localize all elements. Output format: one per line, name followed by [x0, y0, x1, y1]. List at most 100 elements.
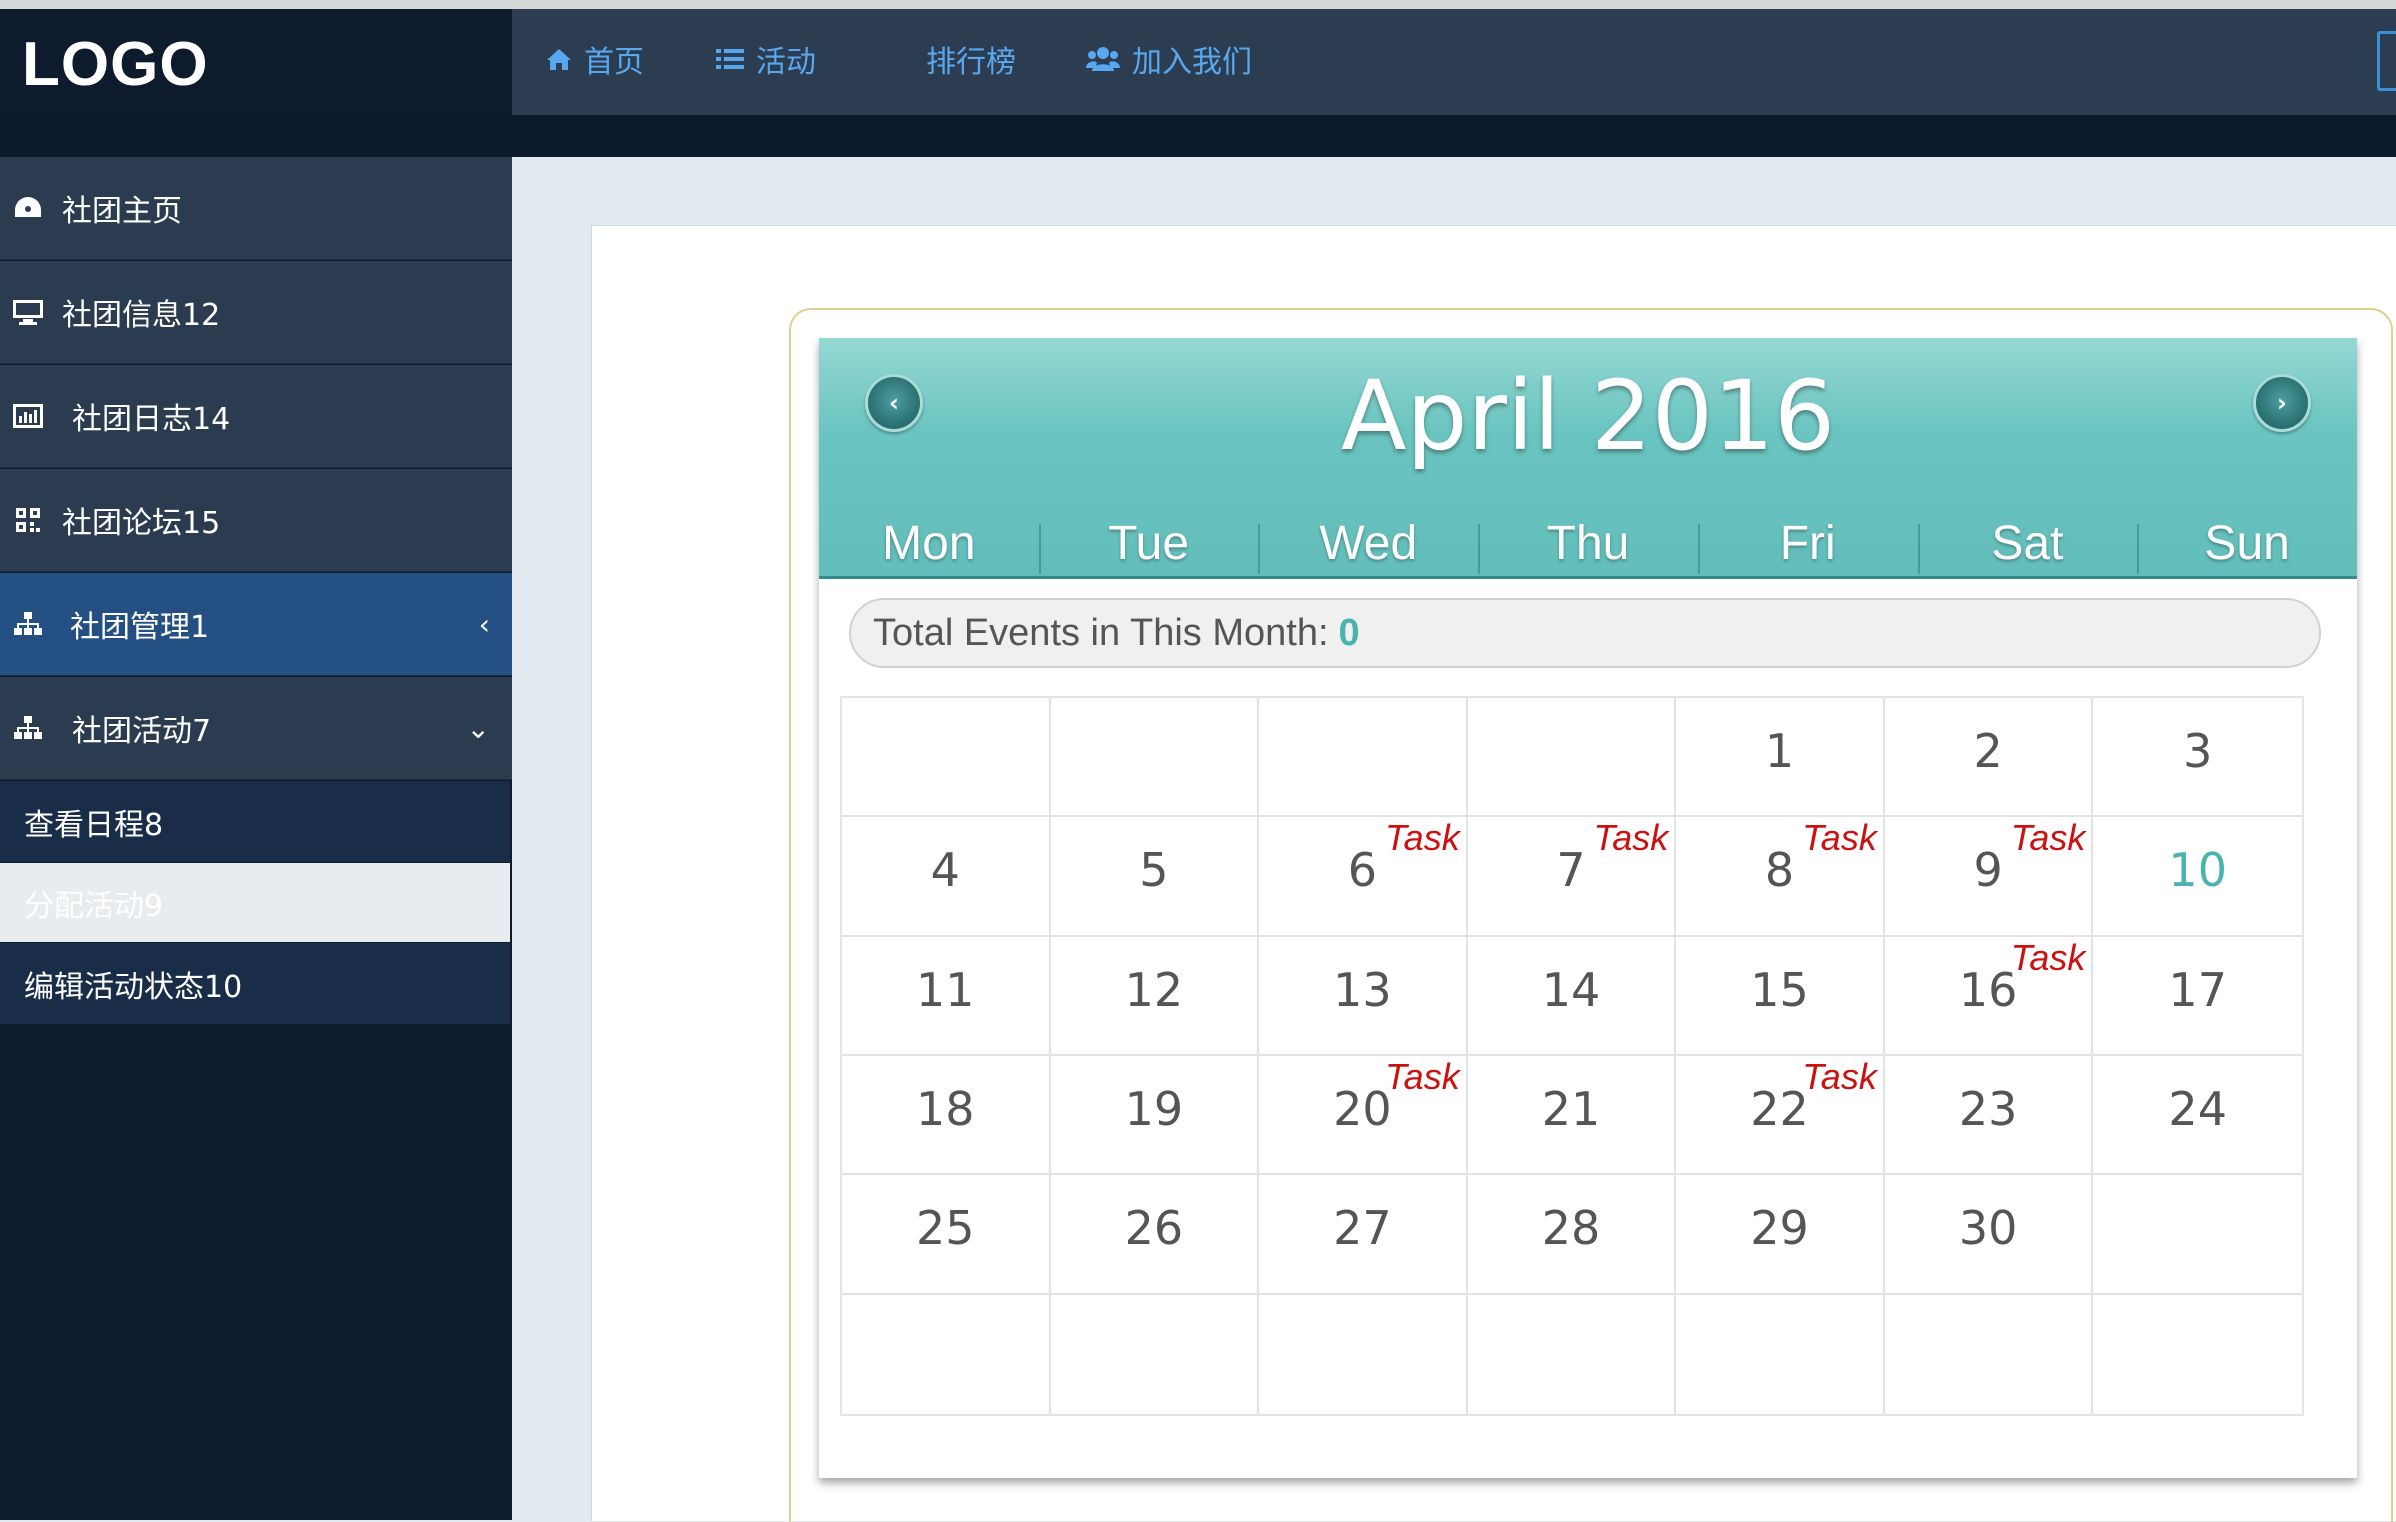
users-icon: [1086, 47, 1120, 71]
subitem-label: 查看日程8: [24, 807, 164, 843]
sidebar-subitem-assign-activity[interactable]: 分配活动9: [0, 863, 510, 943]
day-cell[interactable]: 28: [1467, 1175, 1677, 1295]
day-cell[interactable]: 30: [1884, 1175, 2094, 1295]
subitem-label: 分配活动9: [24, 888, 164, 924]
day-number: 15: [1750, 962, 1809, 1017]
task-label[interactable]: Task: [1802, 1056, 1877, 1098]
sidebar-item-club-activity[interactable]: 社团活动7 ⌄: [0, 677, 512, 780]
sidebar-subitem-view-schedule[interactable]: 查看日程8: [0, 781, 510, 863]
day-cell[interactable]: 24: [2093, 1056, 2302, 1176]
empty-day-cell: [842, 698, 1051, 818]
task-label[interactable]: Task: [1802, 817, 1877, 859]
next-month-button[interactable]: ›: [2253, 374, 2311, 432]
task-label[interactable]: Task: [2011, 937, 2086, 979]
day-cell[interactable]: 5: [1050, 817, 1260, 937]
day-cell[interactable]: 8 Task: [1676, 817, 1885, 937]
task-label[interactable]: Task: [1385, 1056, 1460, 1098]
day-number: 11: [916, 962, 975, 1017]
day-cell[interactable]: 6 Task: [1259, 817, 1468, 937]
weekday-separator: [2137, 524, 2140, 574]
day-cell[interactable]: 20 Task: [1259, 1056, 1468, 1176]
day-number: 5: [1139, 843, 1169, 898]
day-number: 21: [1541, 1082, 1601, 1136]
day-cell[interactable]: 27: [1259, 1175, 1468, 1295]
empty-day-cell: [1468, 1294, 1677, 1414]
logo-area: LOGO: [0, 9, 512, 116]
empty-day-cell: [1051, 1294, 1260, 1414]
day-cell[interactable]: 26: [1050, 1175, 1260, 1295]
sidebar-item-label: 社团管理1: [70, 610, 210, 645]
day-cell[interactable]: 17: [2093, 937, 2302, 1056]
sidebar-item-label: 社团论坛15: [62, 506, 221, 541]
nav-home[interactable]: 首页: [546, 39, 644, 80]
day-cell[interactable]: 15: [1676, 936, 1885, 1056]
day-cell[interactable]: 21: [1467, 1056, 1677, 1176]
calendar-header: ‹ April 2016 › Mon Tue Wed Thu Fri Sat Sun: [819, 338, 2357, 579]
weekday-thu: Thu: [1546, 517, 1630, 570]
day-number: 25: [916, 1201, 975, 1256]
sidebar: 社团主页 社团信息12 社团日志14 社团论坛15 社团管理1 ‹ 社团活动7 …: [0, 157, 512, 1520]
day-cell[interactable]: 18: [842, 1056, 1051, 1176]
nav-home-label: 首页: [584, 45, 644, 80]
sidebar-item-label: 社团主页: [62, 194, 182, 229]
nav-ranking[interactable]: 排行榜: [926, 39, 1016, 80]
nav-activity-label: 活动: [756, 45, 816, 80]
day-cell[interactable]: 25: [842, 1175, 1051, 1295]
day-cell[interactable]: 13: [1259, 936, 1468, 1056]
logo[interactable]: LOGO: [22, 29, 209, 100]
day-number: 23: [1958, 1082, 2018, 1136]
day-cell[interactable]: 9 Task: [1884, 817, 2094, 937]
day-cell[interactable]: 14: [1467, 936, 1677, 1056]
top-navbar: 首页 活动 排行榜 加入我们: [512, 9, 2396, 115]
weekday-wed: Wed: [1319, 517, 1418, 570]
day-cell[interactable]: 29: [1676, 1175, 1885, 1295]
day-number: 17: [2168, 962, 2227, 1017]
nav-right-button[interactable]: [2377, 31, 2396, 91]
nav-activity[interactable]: 活动: [716, 39, 816, 80]
sidebar-item-club-management[interactable]: 社团管理1 ‹: [0, 573, 512, 676]
sitemap-icon: [12, 712, 44, 744]
day-number: 12: [1124, 962, 1184, 1017]
sidebar-subitem-edit-activity-status[interactable]: 编辑活动状态10: [0, 943, 510, 1025]
summary-count: 0: [1338, 611, 1360, 654]
weekday-separator: [1258, 524, 1261, 574]
day-cell[interactable]: 22 Task: [1676, 1056, 1885, 1176]
day-number: 26: [1124, 1201, 1184, 1256]
sidebar-item-club-info[interactable]: 社团信息12: [0, 261, 512, 364]
empty-day-cell: [1259, 1294, 1468, 1414]
day-cell[interactable]: 12: [1050, 936, 1260, 1056]
task-label[interactable]: Task: [1385, 817, 1460, 859]
day-cell[interactable]: 23: [1884, 1056, 2094, 1176]
day-number: 19: [1124, 1082, 1184, 1136]
sitemap-icon: [12, 608, 44, 640]
day-cell[interactable]: 16 Task: [1884, 936, 2094, 1056]
weekday-sat: Sat: [1991, 517, 2064, 570]
day-cell[interactable]: 11: [842, 936, 1051, 1056]
day-cell[interactable]: 1: [1676, 698, 1885, 818]
task-label[interactable]: Task: [2011, 817, 2086, 859]
day-cell[interactable]: 10: [2093, 817, 2302, 937]
sidebar-item-club-forum[interactable]: 社团论坛15: [0, 469, 512, 572]
day-number: 29: [1750, 1201, 1809, 1256]
day-number: 3: [2183, 724, 2213, 778]
task-label[interactable]: Task: [1594, 817, 1669, 859]
sidebar-item-club-log[interactable]: 社团日志14: [0, 365, 512, 468]
chevron-left-icon: ‹: [478, 607, 490, 641]
subitem-label: 编辑活动状态10: [24, 969, 243, 1005]
day-cell[interactable]: 3: [2093, 698, 2302, 818]
events-summary: Total Events in This Month: 0: [849, 598, 2321, 668]
chevron-down-icon: ⌄: [466, 711, 490, 745]
sidebar-item-club-home[interactable]: 社团主页: [0, 157, 512, 260]
list-icon: [716, 49, 744, 69]
day-cell[interactable]: 19: [1050, 1056, 1260, 1176]
day-cell[interactable]: 4: [842, 817, 1051, 937]
day-cell[interactable]: 7 Task: [1467, 817, 1677, 937]
day-number: 30: [1958, 1201, 2018, 1256]
nav-join-us[interactable]: 加入我们: [1086, 39, 1252, 80]
weekday-separator: [1038, 524, 1041, 574]
chevron-right-icon: ›: [2277, 389, 2287, 417]
day-cell[interactable]: 2: [1884, 698, 2094, 818]
qrcode-icon: [12, 504, 44, 536]
day-number: 27: [1333, 1201, 1392, 1256]
summary-label: Total Events in This Month:: [873, 611, 1329, 654]
